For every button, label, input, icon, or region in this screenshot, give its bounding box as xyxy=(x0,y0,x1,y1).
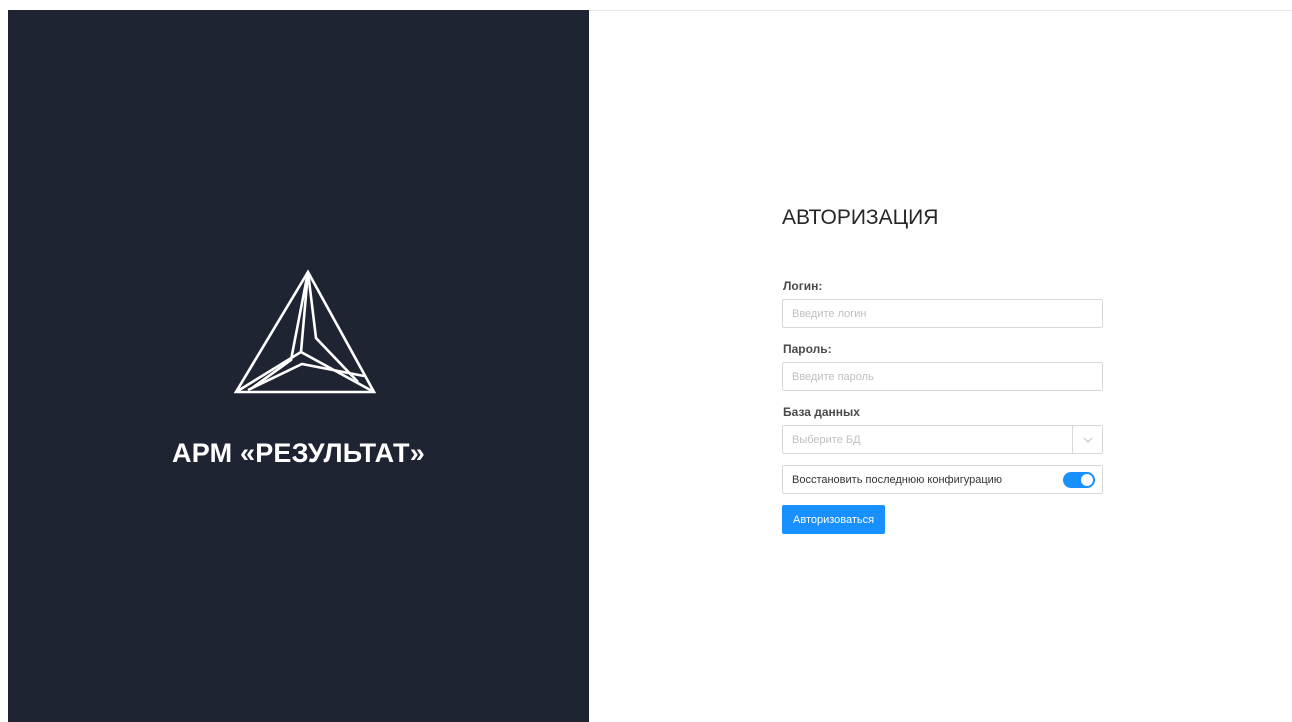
authorize-button[interactable]: Авторизоваться xyxy=(782,505,886,534)
restore-config-toggle[interactable] xyxy=(1063,472,1095,488)
triangle-logo-icon xyxy=(233,269,377,394)
toggle-knob xyxy=(1081,474,1093,486)
database-label: База данных xyxy=(783,405,860,419)
restore-config-label: Восстановить последнюю конфигурацию xyxy=(792,474,1003,486)
database-select[interactable]: Выберите БД xyxy=(782,425,1103,454)
database-select-arrow[interactable] xyxy=(1072,426,1102,453)
login-page: АРМ «РЕЗУЛЬТАТ» АВТОРИЗАЦИЯ Логин: Парол… xyxy=(0,0,1292,722)
restore-config-row: Восстановить последнюю конфигурацию xyxy=(782,465,1103,494)
password-label: Пароль: xyxy=(783,342,832,356)
brand-panel: АРМ «РЕЗУЛЬТАТ» xyxy=(8,10,589,722)
login-label: Логин: xyxy=(783,279,823,293)
app-title: АРМ «РЕЗУЛЬТАТ» xyxy=(172,438,425,468)
form-title: АВТОРИЗАЦИЯ xyxy=(782,206,939,229)
top-divider xyxy=(589,10,1292,11)
database-select-placeholder: Выберите БД xyxy=(792,434,861,446)
login-input[interactable] xyxy=(782,299,1103,328)
chevron-down-icon xyxy=(1083,437,1092,443)
password-input[interactable] xyxy=(782,362,1103,391)
